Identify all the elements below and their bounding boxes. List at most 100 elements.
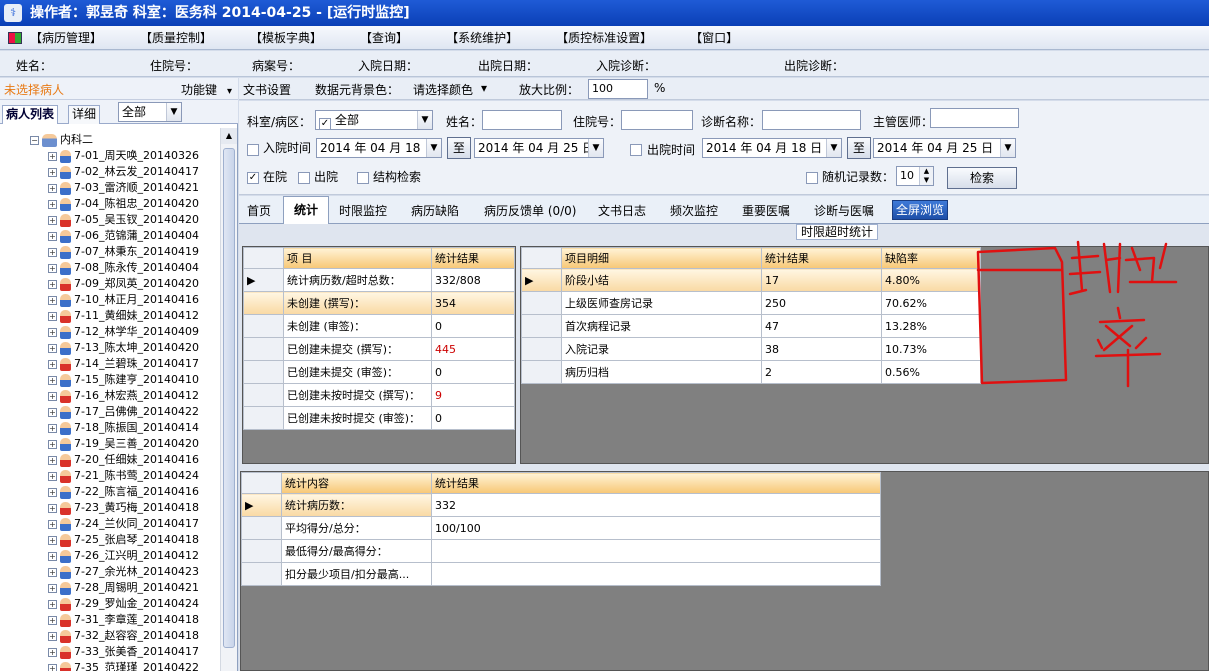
column-header[interactable]: 缺陷率 [881,247,981,269]
menu-item-templates[interactable]: 【模板字典】 [250,29,322,46]
discharge-to-button[interactable]: 至 [847,137,871,159]
expand-icon[interactable]: + [48,263,57,273]
tree-patient-node[interactable]: +7-06_范锦蒲_20140404 [48,228,199,244]
column-header[interactable]: 统计结果 [431,472,881,494]
tab-feedback[interactable]: 病历反馈单 (0/0) [484,202,577,219]
diag-input[interactable] [762,110,861,130]
tree-patient-node[interactable]: +7-20_任细妹_20140416 [48,452,199,468]
zoom-input[interactable]: 100 [588,79,648,99]
expand-icon[interactable]: + [48,231,57,241]
expand-icon[interactable]: + [48,279,57,289]
tree-patient-node[interactable]: +7-02_林云发_20140417 [48,164,199,180]
tree-patient-node[interactable]: +7-23_黄巧梅_20140418 [48,500,199,516]
table-row[interactable]: 未创建 (审签)： 0 [243,314,515,338]
tree-patient-node[interactable]: +7-12_林学华_20140409 [48,324,199,340]
admit-time-checkbox[interactable] [247,144,259,156]
table-row[interactable]: ▶ 阶段小结 17 4.80% [521,268,981,292]
column-header[interactable]: 项 目 [283,247,432,269]
expand-icon[interactable]: + [48,375,57,385]
discharge-from-date[interactable]: 2014 年 04 月 18 日 ▼ [702,138,842,158]
tree-patient-node[interactable]: +7-13_陈太坤_20140420 [48,340,199,356]
menu-item-quality[interactable]: 【质量控制】 [140,29,212,46]
table-row[interactable]: 已创建未按时提交 (审签)： 0 [243,406,515,430]
table-row[interactable]: 病历归档 2 0.56% [521,360,981,384]
table-row[interactable]: 上级医师查房记录 250 70.62% [521,291,981,315]
tree-patient-node[interactable]: +7-07_林秉东_20140419 [48,244,199,260]
expand-icon[interactable]: + [48,343,57,353]
collapse-icon[interactable]: − [30,135,39,145]
menu-item-qc-standard[interactable]: 【质控标准设置】 [556,29,652,46]
expand-icon[interactable]: + [48,503,57,513]
column-header[interactable]: 项目明细 [561,247,762,269]
tab-fullscreen[interactable]: 全屏浏览 [892,200,949,220]
name-input[interactable] [482,110,562,130]
expand-icon[interactable]: + [48,311,57,321]
expand-icon[interactable]: + [48,519,57,529]
expand-icon[interactable]: + [48,663,57,671]
table-row[interactable]: ▶ 统计病历数/超时总数： 332/808 [243,268,515,292]
tab-frequency[interactable]: 频次监控 [670,202,718,219]
tab-time-limit[interactable]: 时限监控 [339,202,387,219]
dept-select[interactable]: ✓ 全部 ▼ [315,110,433,130]
expand-icon[interactable]: + [48,199,57,209]
tree-patient-node[interactable]: +7-15_陈建亨_20140410 [48,372,199,388]
menu-item-query[interactable]: 【查询】 [360,29,408,46]
table-row[interactable]: 最低得分/最高得分： [241,539,881,563]
tab-defects[interactable]: 病历缺陷 [411,202,459,219]
tab-important-orders[interactable]: 重要医嘱 [742,202,790,219]
tab-doc-log[interactable]: 文书日志 [598,202,646,219]
expand-icon[interactable]: + [48,359,57,369]
expand-icon[interactable]: + [48,631,57,641]
tree-patient-node[interactable]: +7-26_江兴明_20140412 [48,548,199,564]
tree-patient-node[interactable]: +7-09_郑凤英_20140420 [48,276,199,292]
discharge-to-date[interactable]: 2014 年 04 月 25 日 ▼ [873,138,1016,158]
tree-patient-node[interactable]: +7-24_兰伙同_20140417 [48,516,199,532]
tree-patient-node[interactable]: +7-14_兰碧珠_20140417 [48,356,199,372]
tree-patient-node[interactable]: +7-31_李章莲_20140418 [48,612,199,628]
expand-icon[interactable]: + [48,599,57,609]
table-row[interactable]: 已创建未按时提交 (撰写)： 9 [243,383,515,407]
discharge-time-checkbox[interactable] [630,144,642,156]
patient-filter-select[interactable]: 全部 ▼ [118,102,182,122]
search-button[interactable]: 检索 [947,167,1017,189]
admit-to-button[interactable]: 至 [447,137,471,159]
table-row[interactable]: 首次病程记录 47 13.28% [521,314,981,338]
tree-patient-node[interactable]: +7-03_雷济顺_20140421 [48,180,199,196]
expand-icon[interactable]: + [48,439,57,449]
expand-icon[interactable]: + [48,423,57,433]
tab-patient-detail[interactable]: 详细 [68,105,101,124]
expand-icon[interactable]: + [48,183,57,193]
stepper-arrows-icon[interactable]: ▲ ▼ [919,167,933,185]
tree-patient-node[interactable]: +7-22_陈言福_20140416 [48,484,199,500]
expand-icon[interactable]: + [48,535,57,545]
menu-item-system[interactable]: 【系统维护】 [446,29,518,46]
column-header[interactable]: 统计内容 [281,472,432,494]
tree-patient-node[interactable]: +7-05_吴玉钗_20140420 [48,212,199,228]
function-key-dropdown[interactable]: 功能键 [181,81,232,98]
tree-patient-node[interactable]: +7-08_陈永传_20140404 [48,260,199,276]
expand-icon[interactable]: + [48,167,57,177]
tree-patient-node[interactable]: +7-11_黄细妹_20140412 [48,308,199,324]
expand-icon[interactable]: + [48,615,57,625]
hosp-no-input[interactable] [621,110,693,130]
scroll-up-icon[interactable]: ▲ [221,128,237,144]
table-row[interactable]: 已创建未提交 (审签)： 0 [243,360,515,384]
expand-icon[interactable]: + [48,583,57,593]
doctor-input[interactable] [930,108,1019,128]
expand-icon[interactable]: + [48,471,57,481]
tab-diag-orders[interactable]: 诊断与医嘱 [814,202,874,219]
admit-to-date[interactable]: 2014 年 04 月 25 日 ▼ [474,138,604,158]
random-records-stepper[interactable]: 10 ▲ ▼ [896,166,934,186]
expand-icon[interactable]: + [48,391,57,401]
tree-patient-node[interactable]: +7-32_赵容容_20140418 [48,628,199,644]
bg-color-dropdown[interactable]: 请选择颜色 [413,81,473,98]
tree-patient-node[interactable]: +7-29_罗灿金_20140424 [48,596,199,612]
tree-patient-node[interactable]: +7-04_陈祖忠_20140420 [48,196,199,212]
expand-icon[interactable]: + [48,407,57,417]
admit-from-date[interactable]: 2014 年 04 月 18 日 ▼ [316,138,442,158]
in-hosp-checkbox[interactable]: ✓ [247,172,259,184]
tree-patient-node[interactable]: +7-16_林宏燕_20140412 [48,388,199,404]
tree-patient-node[interactable]: +7-18_陈振国_20140414 [48,420,199,436]
tree-patient-node[interactable]: +7-21_陈书莺_20140424 [48,468,199,484]
expand-icon[interactable]: + [48,327,57,337]
